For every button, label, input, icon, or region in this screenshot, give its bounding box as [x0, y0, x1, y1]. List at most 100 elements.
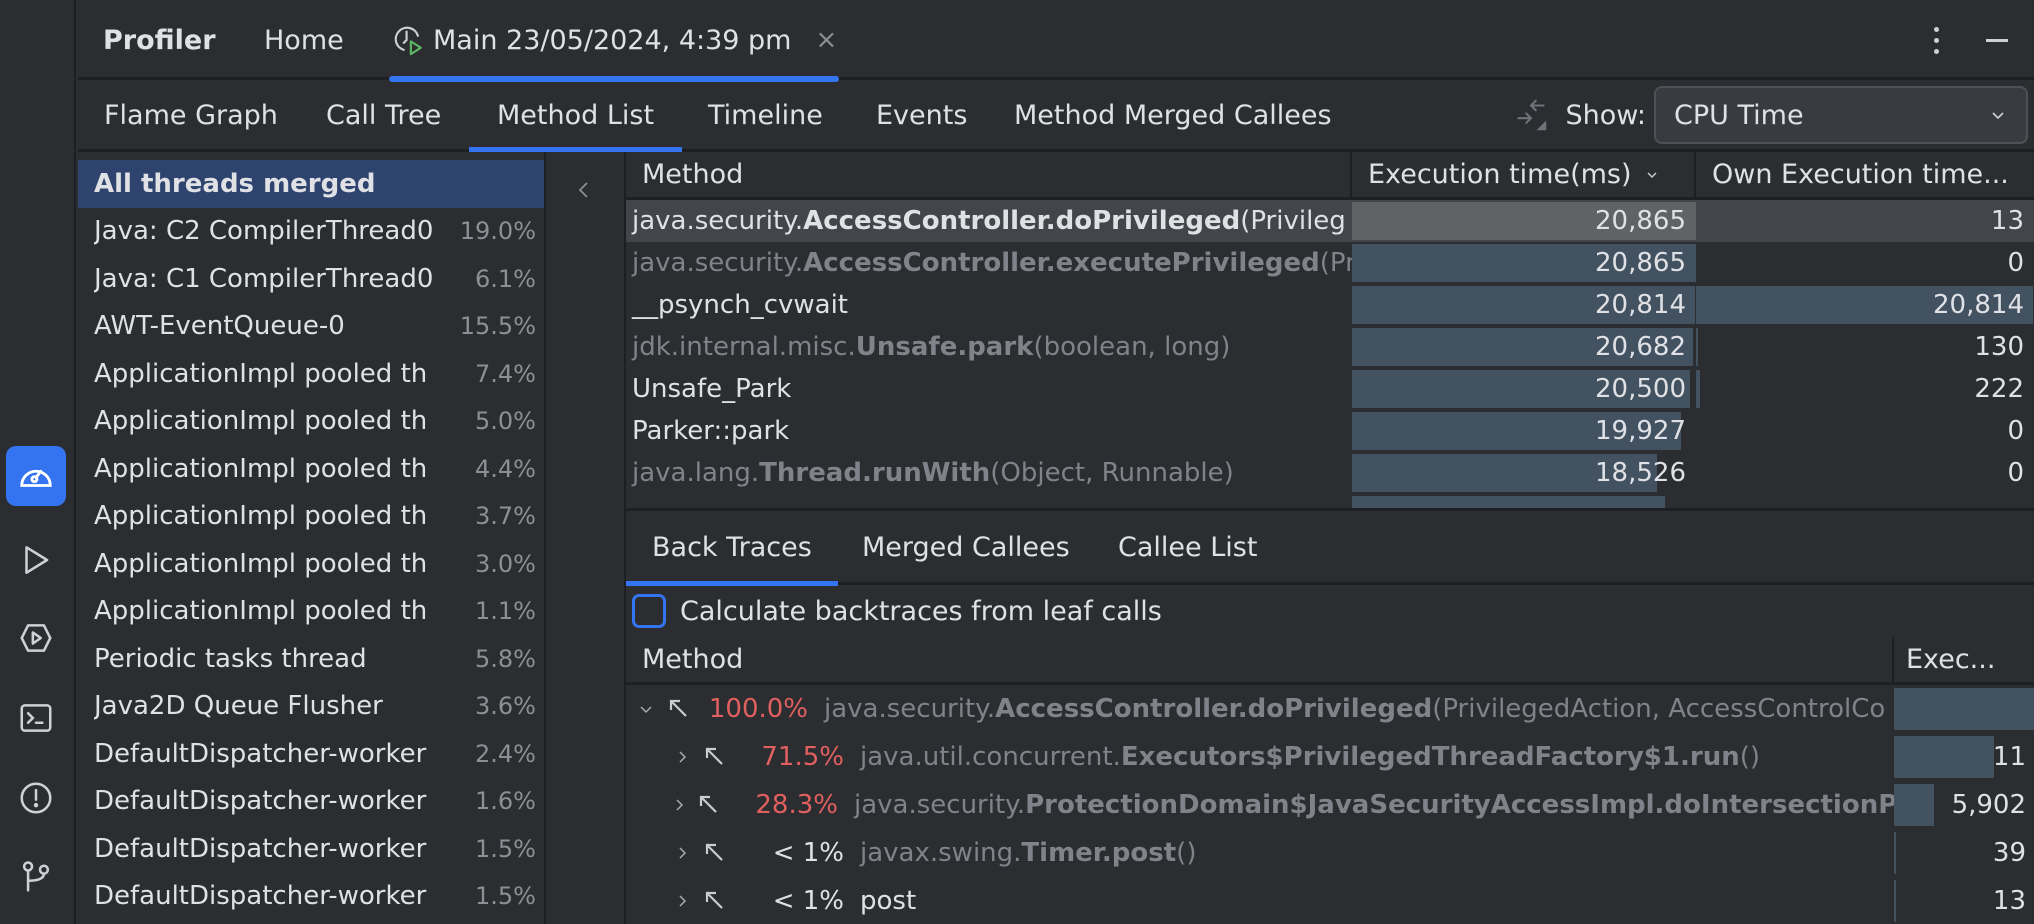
swap-direction-icon[interactable]	[1512, 96, 1550, 134]
thread-name: ApplicationImpl pooled th	[94, 406, 428, 437]
tab-label: Events	[876, 99, 968, 131]
execution-time-cell: 20,865	[1352, 242, 1696, 284]
thread-item[interactable]: ApplicationImpl pooled th 5.0%	[78, 398, 544, 446]
tab-events[interactable]: Events	[876, 80, 967, 150]
minimize-icon[interactable]	[1986, 38, 2008, 42]
method-package: java.security.	[824, 694, 996, 724]
exec-bar	[1894, 688, 2034, 730]
table-row[interactable]: jdk.internal.misc. Unsafe.park (boolean, l…	[626, 326, 2034, 368]
method-package: java.security.	[632, 248, 804, 278]
chevron-right-icon[interactable]	[670, 793, 688, 817]
collapse-panel-icon[interactable]	[574, 178, 594, 202]
column-header-method[interactable]: Method	[626, 637, 1894, 682]
tab-timeline[interactable]: Timeline	[708, 80, 823, 150]
execution-time-cell: 19,927	[1352, 410, 1696, 452]
thread-name: All threads merged	[94, 168, 376, 199]
tree-row[interactable]: 100.0% java.security.AccessController.doP…	[626, 685, 2034, 733]
tab-back-traces[interactable]: Back Traces	[626, 511, 838, 586]
table-row-partial[interactable]	[626, 494, 2034, 508]
backtrace-arrow-icon	[666, 696, 692, 722]
own-time-value: 130	[1974, 332, 2024, 362]
table-row[interactable]: __psynch_cvwait 20,814 20,814	[626, 284, 2034, 326]
more-options-icon[interactable]	[1926, 20, 1946, 60]
tree-cell: < 1% post	[626, 877, 1894, 924]
tree-cell: 100.0% java.security.AccessController.doP…	[626, 685, 1894, 733]
execution-time-value: 20,865	[1595, 248, 1686, 278]
tab-flame-graph[interactable]: Flame Graph	[104, 80, 278, 150]
tree-row[interactable]: < 1% post 13	[626, 877, 2034, 924]
tab-home[interactable]: Home	[264, 0, 344, 80]
thread-percent: 1.5%	[475, 882, 536, 911]
thread-item[interactable]: DefaultDispatcher-worker 1.6%	[78, 778, 544, 826]
thread-name: ApplicationImpl pooled th	[94, 358, 428, 389]
tree-row[interactable]: 28.3% java.security.ProtectionDomain$Java…	[626, 781, 2034, 829]
thread-item[interactable]: ApplicationImpl pooled th 1.1%	[78, 588, 544, 636]
thread-item-all-merged[interactable]: All threads merged	[78, 160, 544, 208]
thread-item[interactable]: ApplicationImpl pooled th 3.0%	[78, 540, 544, 588]
table-row[interactable]: java.lang. Thread.runWith (Object, Runnabl…	[626, 452, 2034, 494]
active-tab-indicator	[626, 581, 838, 586]
backtrace-arrow-icon	[696, 792, 722, 818]
leaf-calls-checkbox[interactable]	[632, 594, 666, 628]
exec-value: 13	[1992, 886, 2026, 916]
profiler-gauge-icon	[20, 469, 52, 487]
tree-cell: 71.5% java.util.concurrent.Executors$Priv…	[626, 733, 1894, 781]
table-row[interactable]: Parker::park 19,927 0	[626, 410, 2034, 452]
problems-icon	[20, 782, 52, 814]
terminal-tool-button[interactable]	[6, 688, 66, 748]
chevron-down-icon[interactable]	[634, 697, 658, 721]
thread-item[interactable]: Periodic tasks thread 5.8%	[78, 635, 544, 683]
thread-percent: 1.1%	[475, 597, 536, 626]
thread-item[interactable]: ApplicationImpl pooled th 3.7%	[78, 493, 544, 541]
exec-cell: 5,902	[1894, 781, 2034, 829]
own-time-cell: 0	[1696, 452, 2034, 494]
thread-item[interactable]: Java2D Queue Flusher 3.6%	[78, 683, 544, 731]
tree-row[interactable]: 71.5% java.util.concurrent.Executors$Priv…	[626, 733, 2034, 781]
own-time-value: 0	[2007, 248, 2024, 278]
tab-method-list[interactable]: Method List	[469, 80, 683, 152]
column-header-exec[interactable]: Exec...	[1894, 637, 2034, 682]
profiler-tool-button[interactable]	[6, 446, 66, 506]
column-header-method[interactable]: Method	[626, 152, 1352, 197]
services-tool-button[interactable]	[6, 608, 66, 668]
tab-call-tree[interactable]: Call Tree	[326, 80, 441, 150]
git-tool-button[interactable]	[6, 846, 66, 906]
execution-time-cell: 18,526	[1352, 452, 1696, 494]
thread-percent: 2.4%	[475, 739, 536, 768]
table-row[interactable]: java.security. AccessController.doPrivile…	[626, 200, 2034, 242]
run-tool-button[interactable]	[6, 530, 66, 590]
method-args: (boolean, long)	[1033, 332, 1231, 362]
own-time-cell: 20,814	[1696, 284, 2034, 326]
thread-item[interactable]: DefaultDispatcher-worker 1.5%	[78, 873, 544, 921]
percent-value: 28.3%	[755, 790, 838, 820]
show-metric-dropdown[interactable]: CPU Time	[1654, 86, 2028, 144]
tool-window-header: Profiler Home Main 23/05/2024, 4:39 pm ×	[78, 0, 2034, 82]
column-header-own-execution-time[interactable]: Own Execution time...	[1696, 152, 2034, 197]
tab-session[interactable]: Main 23/05/2024, 4:39 pm ×	[389, 0, 840, 82]
tab-callee-list[interactable]: Callee List	[1118, 511, 1257, 583]
leaf-calls-option: Calculate backtraces from leaf calls	[626, 585, 2034, 637]
thread-item[interactable]: ApplicationImpl pooled th 4.4%	[78, 445, 544, 493]
table-header: Method Execution time(ms) Own Execution …	[626, 152, 2034, 200]
chevron-right-icon[interactable]	[670, 841, 694, 865]
column-header-execution-time[interactable]: Execution time(ms)	[1352, 152, 1696, 197]
tab-method-merged-callees[interactable]: Method Merged Callees	[1014, 80, 1332, 150]
thread-item[interactable]: AWT-EventQueue-0 15.5%	[78, 303, 544, 351]
thread-item[interactable]: DefaultDispatcher-worker 2.4%	[78, 730, 544, 778]
thread-item[interactable]: ApplicationImpl pooled th 7.4%	[78, 350, 544, 398]
method-args: Unsafe_Park	[632, 374, 792, 404]
problems-tool-button[interactable]	[6, 768, 66, 828]
chevron-right-icon[interactable]	[670, 745, 694, 769]
close-tab-icon[interactable]: ×	[815, 25, 837, 55]
chevron-right-icon[interactable]	[670, 889, 694, 913]
table-row[interactable]: java.security. AccessController.executePr…	[626, 242, 2034, 284]
tab-merged-callees[interactable]: Merged Callees	[862, 511, 1070, 583]
table-row[interactable]: Unsafe_Park 20,500 222	[626, 368, 2034, 410]
exec-value: 39	[1992, 838, 2026, 868]
thread-item[interactable]: DefaultDispatcher-worker 1.5%	[78, 825, 544, 873]
thread-item[interactable]: Java: C2 CompilerThread0 19.0%	[78, 208, 544, 256]
thread-item[interactable]: Java: C1 CompilerThread0 6.1%	[78, 255, 544, 303]
thread-percent: 15.5%	[459, 312, 536, 341]
tree-row[interactable]: < 1% javax.swing.Timer.post() 39	[626, 829, 2034, 877]
view-tabs-bar: Flame Graph Call Tree Method List Timeli…	[78, 80, 2034, 152]
